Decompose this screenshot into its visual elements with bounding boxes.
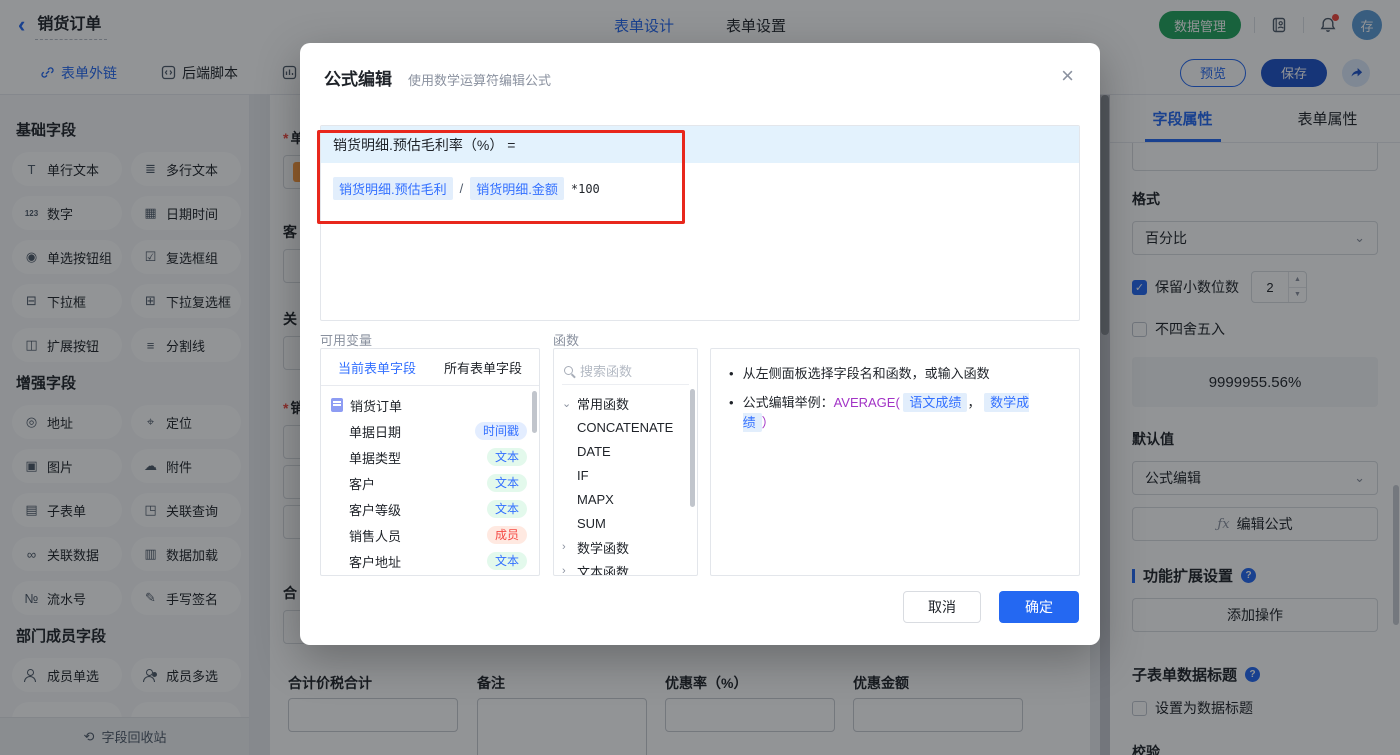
cancel-button[interactable]: 取消 bbox=[903, 591, 981, 623]
tip-example: 公式编辑举例：AVERAGE( 语文成绩， 数学成绩） bbox=[742, 393, 1030, 432]
tip-text: 从左侧面板选择字段名和函数，或输入函数 bbox=[742, 366, 990, 381]
chevron-right-icon: › bbox=[562, 541, 566, 553]
functions-label: 函数 bbox=[553, 333, 580, 348]
variable-name: 单据日期 bbox=[349, 424, 402, 440]
formula-field-chip[interactable]: 销货明细.金额 bbox=[470, 177, 564, 200]
formula-field-chip[interactable]: 销货明细.预估毛利 bbox=[333, 177, 453, 200]
search-icon bbox=[564, 366, 573, 375]
formula-target: 销货明细.预估毛利率（%） = bbox=[321, 126, 1079, 163]
tips-panel: • 从左侧面板选择字段名和函数，或输入函数 • 公式编辑举例：AVERAGE( … bbox=[710, 348, 1080, 576]
formula-editor-modal: 公式编辑 使用数学运算符编辑公式 × 销货明细.预估毛利率（%） = 销货明细.… bbox=[300, 43, 1100, 645]
function-item[interactable]: CONCATENATE bbox=[554, 415, 697, 439]
variables-form-node[interactable]: 销货订单 bbox=[321, 392, 539, 418]
functions-scrollbar-thumb[interactable] bbox=[690, 389, 695, 507]
tab-current-form-fields[interactable]: 当前表单字段 bbox=[338, 358, 416, 377]
variable-type-badge: 文本 bbox=[486, 474, 527, 492]
form-designer-app: ‹ 销货订单 表单设计 表单设置 数据管理 存 表单外链 后端脚本 预览 保存 … bbox=[0, 0, 1400, 755]
search-placeholder: 搜索函数 bbox=[580, 364, 633, 379]
bullet: • bbox=[729, 395, 734, 410]
formula-editor-area[interactable]: 销货明细.预估毛利率（%） = 销货明细.预估毛利 / 销货明细.金额 *100 bbox=[320, 125, 1080, 321]
variable-name: 客户 bbox=[349, 476, 376, 492]
variable-item[interactable]: 客户地址 文本 bbox=[321, 548, 539, 574]
variable-name: 单据类型 bbox=[349, 450, 402, 466]
variable-type-badge: 成员 bbox=[486, 526, 527, 544]
function-group-name: 数学函数 bbox=[577, 540, 630, 556]
function-group-name: 文本函数 bbox=[577, 564, 630, 576]
variable-item[interactable]: 单据类型 文本 bbox=[321, 444, 539, 470]
variable-name: 客户地址 bbox=[349, 554, 402, 570]
variable-type-badge: 文本 bbox=[486, 500, 527, 518]
variables-panel: 当前表单字段 所有表单字段 销货订单 单据日期 时间戳 单据类型 文本 客户 文本 客户等级文… bbox=[320, 348, 540, 576]
function-group-name: 常用函数 bbox=[577, 396, 630, 412]
variables-scrollbar-thumb[interactable] bbox=[532, 391, 537, 433]
form-doc-icon bbox=[331, 398, 343, 412]
example-field-chip: 语文成绩 bbox=[903, 393, 968, 412]
variable-type-badge: 文本 bbox=[486, 448, 527, 466]
modal-title: 公式编辑 bbox=[324, 70, 392, 89]
function-item[interactable]: IF bbox=[554, 463, 697, 487]
formula-constant: *100 bbox=[570, 181, 600, 196]
variable-item[interactable]: 客户等级 文本 bbox=[321, 496, 539, 522]
modal-subtitle: 使用数学运算符编辑公式 bbox=[408, 73, 552, 88]
variable-name: 客户等级 bbox=[349, 502, 402, 518]
chevron-right-icon: › bbox=[562, 565, 566, 576]
chevron-down-icon: ⌄ bbox=[562, 397, 572, 410]
function-group[interactable]: › 文本函数 bbox=[554, 559, 697, 576]
variable-name: 销售人员 bbox=[349, 528, 402, 544]
function-search-input[interactable]: 搜索函数 bbox=[562, 357, 689, 385]
function-item[interactable]: DATE bbox=[554, 439, 697, 463]
variable-item[interactable]: 销售人员 成员 bbox=[321, 522, 539, 548]
function-group[interactable]: ⌄ 常用函数 bbox=[554, 391, 697, 415]
variables-form-name: 销货订单 bbox=[350, 398, 403, 414]
variables-label: 可用变量 bbox=[320, 333, 373, 348]
variable-item[interactable]: 客户 文本 bbox=[321, 470, 539, 496]
functions-panel: 搜索函数 ⌄ 常用函数 CONCATENATE DATE IF MAPX SUM › 数学函数 ›… bbox=[553, 348, 698, 576]
function-item[interactable]: SUM bbox=[554, 511, 697, 535]
function-item[interactable]: MAPX bbox=[554, 487, 697, 511]
formula-operator: / bbox=[459, 181, 464, 196]
variable-item[interactable]: 单据日期 时间戳 bbox=[321, 418, 539, 444]
confirm-button[interactable]: 确定 bbox=[999, 591, 1079, 623]
variable-type-badge: 文本 bbox=[486, 552, 527, 570]
variable-type-badge: 时间戳 bbox=[474, 422, 527, 440]
tab-all-form-fields[interactable]: 所有表单字段 bbox=[444, 358, 522, 377]
close-icon[interactable]: × bbox=[1061, 65, 1074, 87]
function-group[interactable]: › 数学函数 bbox=[554, 535, 697, 559]
bullet: • bbox=[729, 366, 734, 381]
